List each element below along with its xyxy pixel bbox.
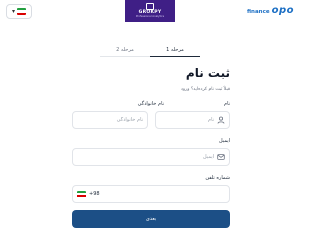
email-label: ایمیل <box>219 138 230 144</box>
email-field[interactable] <box>72 148 230 166</box>
first-name-field[interactable] <box>155 111 230 129</box>
step-tabs: مرحله 1 مرحله 2 <box>100 43 200 57</box>
country-code-selector[interactable]: +98 <box>77 190 100 198</box>
iran-flag-icon <box>17 8 26 15</box>
phone-field[interactable]: +98 <box>72 185 230 203</box>
country-code: +98 <box>89 191 100 197</box>
next-button[interactable]: بعدی <box>72 210 230 228</box>
sponsor-banner[interactable]: GROKPY Professional Analytics <box>125 0 175 22</box>
user-icon <box>217 116 225 124</box>
mail-icon <box>217 153 225 161</box>
iran-flag-icon <box>77 190 86 198</box>
first-name-label: نام <box>223 101 230 107</box>
page-title: ثبت نام <box>185 66 230 80</box>
tab-step-1[interactable]: مرحله 1 <box>150 43 200 57</box>
tab-step-2[interactable]: مرحله 2 <box>100 43 150 57</box>
brand-logo-small: finance <box>246 9 270 15</box>
login-prompt[interactable]: قبلاً ثبت نام کرده‌اید؟ ورود <box>181 87 230 92</box>
banner-subtitle: Professional Analytics <box>135 14 165 18</box>
last-name-input[interactable] <box>77 117 143 123</box>
first-name-input[interactable] <box>160 117 214 123</box>
brand-logo-large: opo <box>271 5 294 16</box>
language-selector[interactable]: ▾ <box>6 4 32 19</box>
brand-logo: finance opo <box>247 5 294 16</box>
last-name-label: نام خانوادگی <box>137 101 164 107</box>
email-input[interactable] <box>77 154 214 160</box>
header: ▾ GROKPY Professional Analytics finance … <box>0 0 300 24</box>
last-name-field[interactable] <box>72 111 148 129</box>
phone-input[interactable] <box>102 191 225 197</box>
chevron-down-icon: ▾ <box>11 7 15 15</box>
phone-label: شماره تلفن <box>205 175 230 181</box>
